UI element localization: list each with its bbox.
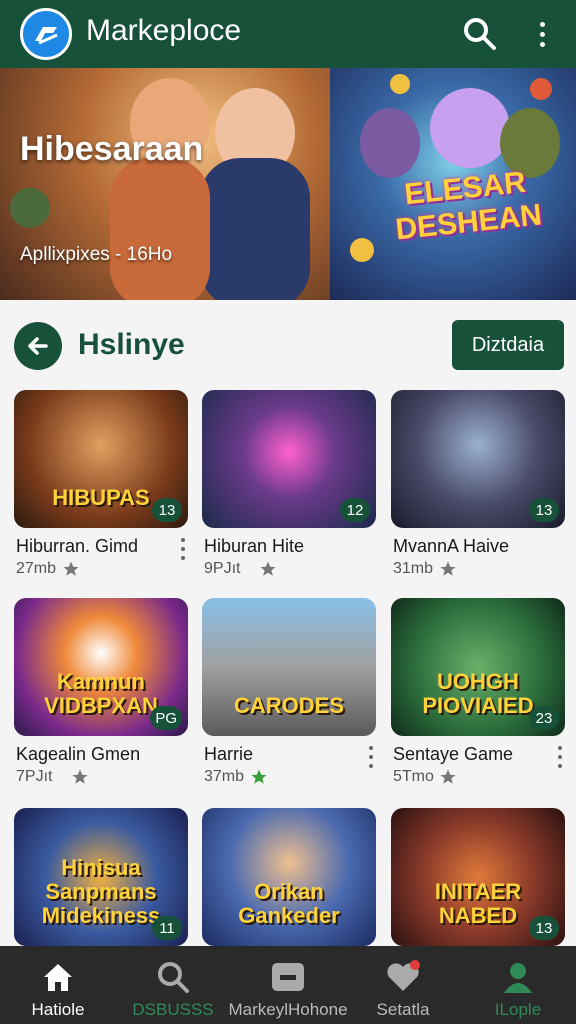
star-icon <box>440 769 456 784</box>
store-icon <box>269 958 307 996</box>
app-thumbnail[interactable]: Hinisua Sanpmans Midekiness 11 <box>14 808 188 946</box>
app-title[interactable]: Harrie <box>204 744 253 765</box>
banner-subtitle: Apllixpixes - 16Ho <box>20 244 173 265</box>
rating-badge: 13 <box>152 498 182 522</box>
app-thumbnail-text: Orikan Gankeder <box>238 879 340 928</box>
home-icon <box>39 958 77 996</box>
arrow-left-icon <box>28 337 48 355</box>
rating-badge: 13 <box>529 498 559 522</box>
section-action-button[interactable]: Diztdaia <box>452 320 564 370</box>
app-card[interactable]: HIBUPAS 13 Hiburran. Gimd 27mb <box>14 390 188 590</box>
star-icon <box>63 561 79 576</box>
nav-label: ILople <box>494 1000 542 1019</box>
banner-title: Hibesaraan <box>20 130 204 168</box>
bottom-navigation: Hatiole DSBUSSS MarkeylHohone Setatla ILople <box>0 946 576 1024</box>
app-title[interactable]: Hiburran. Gimd <box>16 536 138 557</box>
nav-label: MarkeylHohone <box>228 1000 348 1019</box>
nav-label: Setatla <box>376 1000 430 1019</box>
app-title: Markeploce <box>86 14 242 47</box>
app-size: 27mb <box>16 560 57 577</box>
app-thumbnail[interactable]: CARODES <box>202 598 376 736</box>
more-vertical-icon[interactable] <box>555 746 565 786</box>
heart-badge-icon <box>384 958 422 996</box>
more-vertical-icon[interactable] <box>178 538 188 578</box>
app-size: 37mb <box>204 768 245 785</box>
star-icon <box>72 769 88 784</box>
app-thumbnail[interactable]: 12 <box>202 390 376 528</box>
nav-item-markeylhohone[interactable]: MarkeylHohone <box>228 946 348 1024</box>
app-size: 31mb <box>393 560 434 577</box>
more-vertical-icon[interactable] <box>528 14 556 54</box>
nav-label: DSBUSSS <box>132 1000 214 1019</box>
back-button[interactable] <box>14 322 62 370</box>
app-thumbnail[interactable]: 13 <box>391 390 565 528</box>
rating-badge: 23 <box>529 706 559 730</box>
top-app-bar: Markeploce <box>0 0 576 68</box>
app-title[interactable]: Hiburan Hite <box>204 536 304 557</box>
app-thumbnail[interactable]: Kamnun VIDBPXAN PG <box>14 598 188 736</box>
app-thumbnail[interactable]: HIBUPAS 13 <box>14 390 188 528</box>
app-card[interactable]: UOHGH PIOVIAIED 23 Sentaye Game 5Tmo <box>391 598 565 798</box>
nav-item-hatiole[interactable]: Hatiole <box>0 946 116 1024</box>
star-icon <box>251 769 267 784</box>
app-title[interactable]: MvannA Haive <box>393 536 509 557</box>
section-title: Hslinye <box>78 328 185 361</box>
app-card[interactable]: INITAER NABED 13 <box>391 808 565 946</box>
app-size: 9PJıt <box>204 560 241 577</box>
app-thumbnail[interactable]: UOHGH PIOVIAIED 23 <box>391 598 565 736</box>
star-icon <box>260 561 276 576</box>
app-title[interactable]: Sentaye Game <box>393 744 513 765</box>
search-icon[interactable] <box>460 14 500 54</box>
more-vertical-icon[interactable] <box>366 746 376 786</box>
nav-label: Hatiole <box>31 1000 85 1019</box>
rating-badge: 12 <box>340 498 370 522</box>
nav-item-setatla[interactable]: Setatla <box>345 946 461 1024</box>
search-icon <box>154 958 192 996</box>
rating-badge: 13 <box>529 916 559 940</box>
app-title[interactable]: Kagealin Gmen <box>16 744 140 765</box>
app-card[interactable]: 12 Hiburan Hite 9PJıt <box>202 390 376 590</box>
profile-icon <box>499 958 537 996</box>
app-thumbnail[interactable]: INITAER NABED 13 <box>391 808 565 946</box>
app-thumbnail-text: CARODES <box>233 693 344 718</box>
app-card[interactable]: Hinisua Sanpmans Midekiness 11 <box>14 808 188 946</box>
nav-item-dsbusss[interactable]: DSBUSSS <box>115 946 231 1024</box>
nav-item-ilople[interactable]: ILople <box>460 946 576 1024</box>
app-thumbnail[interactable]: Orikan Gankeder <box>202 808 376 946</box>
app-size: 7PJıt <box>16 768 53 785</box>
app-card[interactable]: Kamnun VIDBPXAN PG Kagealin Gmen 7PJıt <box>14 598 188 798</box>
app-size: 5Tmo <box>393 768 434 785</box>
brand-logo-icon[interactable] <box>20 8 72 60</box>
rating-badge: PG <box>150 706 182 730</box>
app-thumbnail-text: Hinisua Sanpmans Midekiness <box>41 855 161 928</box>
app-card[interactable]: CARODES Harrie 37mb <box>202 598 376 798</box>
app-card[interactable]: 13 MvannA Haive 31mb <box>391 390 565 590</box>
app-card[interactable]: Orikan Gankeder <box>202 808 376 946</box>
star-icon <box>440 561 456 576</box>
rating-badge: 11 <box>152 916 182 940</box>
